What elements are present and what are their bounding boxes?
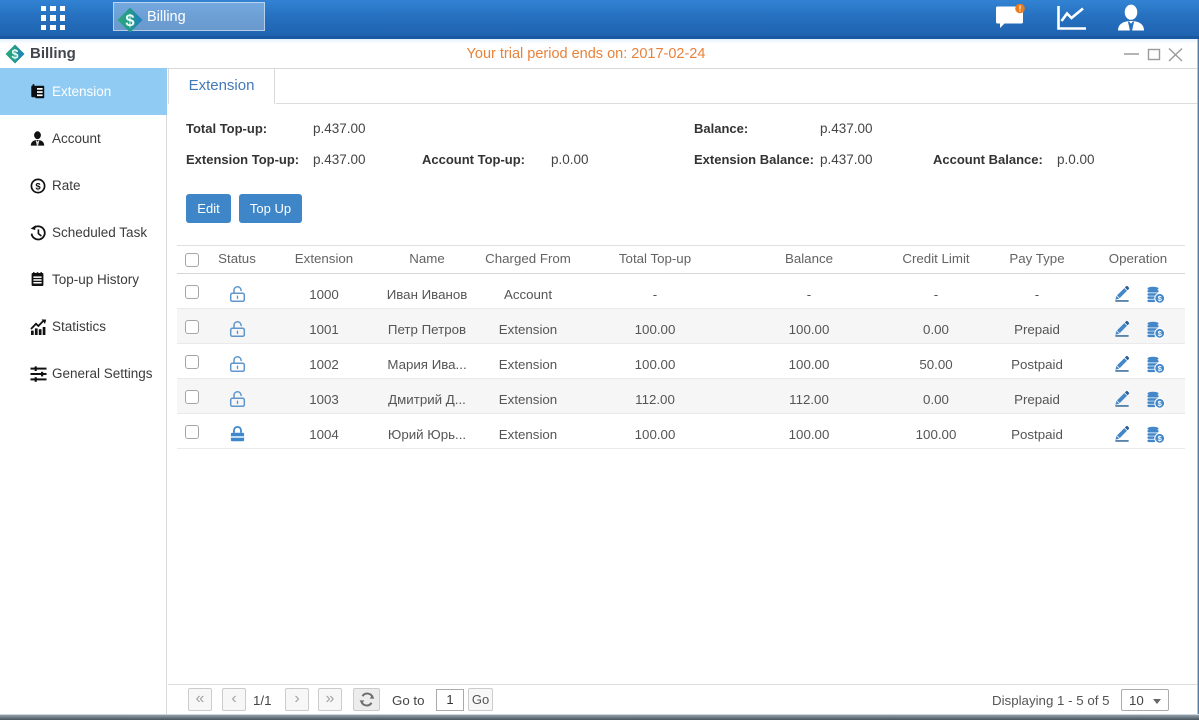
svg-text:$: $	[125, 12, 134, 30]
svg-text:$: $	[35, 182, 41, 193]
svg-text:!: !	[1019, 4, 1022, 13]
svg-text:$: $	[12, 47, 19, 61]
